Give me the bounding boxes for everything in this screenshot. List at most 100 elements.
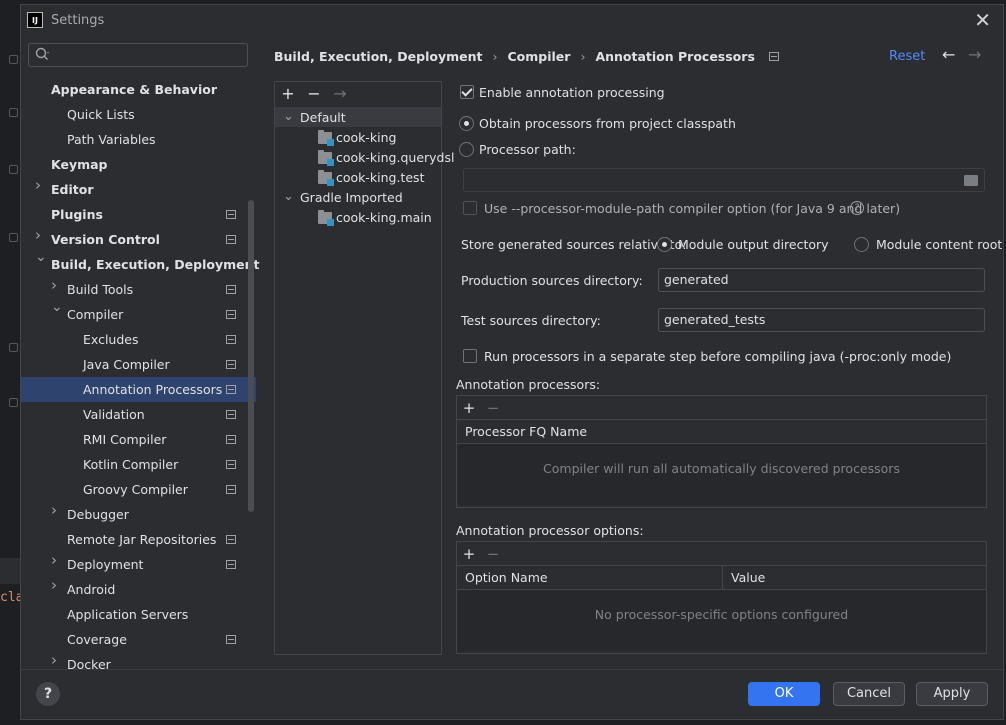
project-scope-icon	[226, 385, 236, 394]
sidebar-item[interactable]: ⌄ Compiler	[21, 300, 256, 327]
module-item[interactable]: cook-king.test	[275, 167, 441, 187]
module-item[interactable]: cook-king.querydsl	[275, 147, 454, 167]
sidebar-item[interactable]: › Editor	[21, 177, 256, 202]
cancel-button[interactable]: Cancel	[833, 682, 905, 706]
project-scope-icon	[226, 410, 236, 419]
sidebar-item[interactable]: Application Servers	[21, 602, 256, 627]
sidebar-item-label: Excludes	[83, 332, 139, 347]
sidebar-item[interactable]: › Version Control	[21, 227, 256, 252]
sidebar-item-label: Plugins	[51, 207, 103, 222]
module-folder-icon	[318, 210, 334, 226]
processor-path-radio[interactable]	[459, 142, 474, 157]
remove-icon[interactable]: −	[301, 84, 327, 103]
chevron-right-icon[interactable]: ›	[51, 553, 61, 568]
chevron-down-icon[interactable]: ⌄	[283, 109, 294, 124]
sidebar-item[interactable]: ⌄ Build, Execution, Deployment	[21, 250, 259, 277]
chevron-down-icon[interactable]: ⌄	[283, 189, 294, 204]
apply-button[interactable]: Apply	[916, 682, 988, 706]
sidebar-item[interactable]: Remote Jar Repositories	[21, 527, 256, 552]
module-item[interactable]: cook-king.main	[275, 207, 441, 227]
search-input[interactable]	[53, 46, 243, 64]
sidebar-item[interactable]: RMI Compiler	[21, 427, 256, 452]
chevron-right-icon[interactable]: ›	[51, 503, 61, 518]
chevron-right-icon[interactable]: ›	[51, 578, 61, 593]
chevron-right-icon[interactable]: ›	[35, 228, 45, 243]
separate-step-checkbox[interactable]	[463, 349, 477, 363]
sidebar-item-label: Keymap	[51, 157, 108, 172]
project-scope-icon	[226, 310, 236, 319]
module-folder-icon	[318, 170, 334, 186]
add-icon[interactable]: +	[457, 399, 481, 417]
sidebar-item[interactable]: Plugins	[21, 202, 256, 227]
breadcrumb-separator-icon: ›	[492, 49, 498, 64]
move-arrow-icon: →	[333, 83, 347, 103]
profile-group[interactable]: ⌄ Default	[275, 107, 441, 127]
profiles-toolbar: + − →	[275, 82, 441, 104]
project-scope-icon	[226, 360, 236, 369]
module-item[interactable]: cook-king	[275, 127, 441, 147]
intellij-app-icon: IJ	[27, 12, 43, 28]
chevron-right-icon[interactable]: ›	[51, 653, 61, 668]
help-button[interactable]: ?	[36, 682, 60, 706]
enable-processing-checkbox[interactable]	[460, 85, 474, 99]
chevron-down-icon[interactable]: ⌄	[51, 300, 63, 314]
options-empty-text: No processor-specific options configured	[457, 590, 986, 651]
sidebar-item[interactable]: › Deployment	[21, 552, 256, 577]
editor-gutter	[0, 0, 21, 725]
column-header[interactable]: Processor FQ Name	[457, 420, 986, 444]
reset-link[interactable]: Reset	[889, 49, 925, 64]
folder-icon[interactable]	[964, 175, 978, 186]
editor-current-line	[0, 558, 21, 584]
module-label: cook-king.main	[336, 209, 432, 225]
sidebar-item[interactable]: Coverage	[21, 627, 256, 652]
sidebar-item[interactable]: Quick Lists	[21, 102, 256, 127]
chevron-down-icon[interactable]: ⌄	[35, 250, 47, 264]
settings-search[interactable]	[28, 43, 248, 67]
processors-table: + − Processor FQ Name Compiler will run …	[456, 395, 987, 508]
add-icon[interactable]: +	[457, 545, 481, 563]
window-title: Settings	[51, 12, 105, 28]
test-dir-field[interactable]: generated_tests	[658, 308, 985, 332]
sidebar-scrollbar[interactable]	[248, 200, 254, 512]
sidebar-item-label: Compiler	[67, 307, 124, 322]
project-scope-icon	[226, 460, 236, 469]
module-folder-icon	[318, 150, 334, 166]
sidebar-item-label: Groovy Compiler	[83, 482, 188, 497]
sidebar-item[interactable]: Java Compiler	[21, 352, 256, 377]
sidebar-item[interactable]: Kotlin Compiler	[21, 452, 256, 477]
sidebar-item[interactable]: Groovy Compiler	[21, 477, 256, 502]
sidebar-item[interactable]: Appearance & Behavior	[21, 77, 256, 102]
column-header[interactable]: Value	[723, 566, 986, 590]
chevron-right-icon[interactable]: ›	[35, 178, 45, 193]
profile-group[interactable]: ⌄ Gradle Imported	[275, 187, 441, 207]
sidebar-item-label: RMI Compiler	[83, 432, 167, 447]
sidebar-item[interactable]: Excludes	[21, 327, 256, 352]
chevron-right-icon[interactable]: ›	[51, 278, 61, 293]
sidebar-item[interactable]: Keymap	[21, 152, 256, 177]
module-path-checkbox[interactable]	[463, 201, 477, 215]
profiles-panel: + − → ⌄ Default cook-king cook-king.queryds…	[274, 81, 454, 655]
sidebar-item[interactable]: › Debugger	[21, 502, 256, 527]
production-dir-field[interactable]: generated	[658, 268, 985, 292]
help-question-icon[interactable]: ?	[850, 201, 864, 215]
search-icon	[35, 47, 49, 60]
module-output-radio[interactable]	[657, 237, 672, 252]
store-relative-label: Store generated sources relative to:	[461, 237, 687, 252]
sidebar-item[interactable]: Annotation Processors	[21, 377, 256, 402]
enable-processing-label: Enable annotation processing	[479, 85, 665, 100]
classpath-radio[interactable]	[459, 116, 474, 131]
ok-button[interactable]: OK	[748, 682, 820, 706]
sidebar-item[interactable]: Path Variables	[21, 127, 256, 152]
options-toolbar: + −	[457, 542, 986, 566]
options-table: + − Option Name Value No processor-speci…	[456, 541, 987, 654]
close-icon[interactable]: ✕	[974, 10, 991, 30]
sidebar-item[interactable]: Validation	[21, 402, 256, 427]
back-arrow-icon[interactable]: ←	[942, 45, 955, 64]
project-scope-icon	[226, 210, 236, 219]
processor-path-field[interactable]	[463, 168, 985, 192]
add-icon[interactable]: +	[275, 84, 301, 103]
column-header[interactable]: Option Name	[457, 565, 723, 590]
sidebar-item[interactable]: › Android	[21, 577, 256, 602]
content-root-radio[interactable]	[854, 237, 869, 252]
breadcrumb: Build, Execution, Deployment › Compiler …	[274, 49, 779, 64]
